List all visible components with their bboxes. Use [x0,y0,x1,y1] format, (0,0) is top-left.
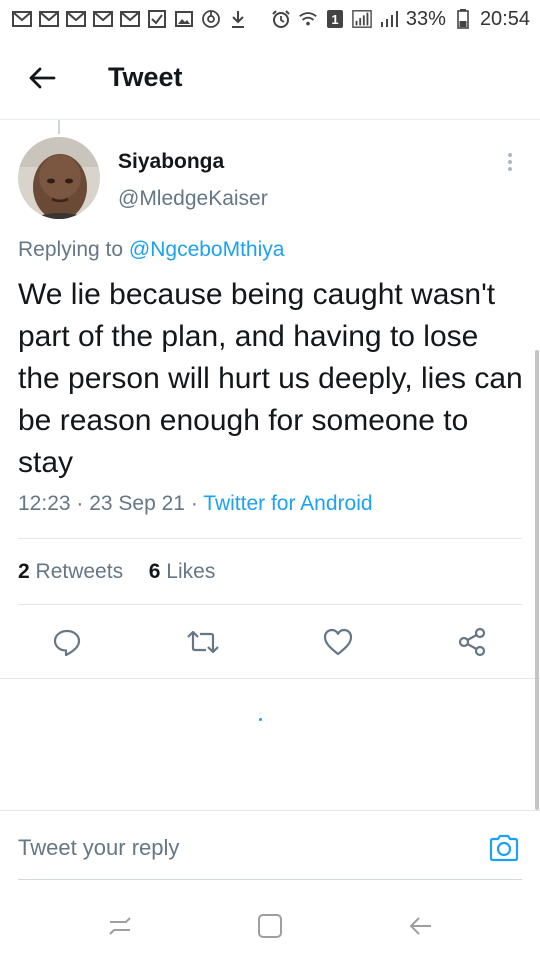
checkbox-icon [147,10,167,28]
replying-prefix: Replying to [18,238,124,261]
likes-count: 6 [148,560,161,583]
system-back-button[interactable] [403,908,439,944]
tweet-stats: 2 Retweets 6 Likes [18,560,215,584]
wifi-icon [298,10,318,28]
battery-percent: 33% [405,7,446,30]
reply-button[interactable] [47,620,87,664]
retweets-count: 2 [18,560,30,583]
more-vertical-icon [508,153,512,171]
divider [0,678,540,679]
status-bar: 1 33% 20:54 [0,0,540,38]
tweet-actions [0,620,540,664]
system-status: 1 33% 20:54 [271,8,530,31]
notification-icons [12,10,248,28]
retweets-label: Retweets [35,560,124,583]
share-icon [458,627,486,657]
back-icon [410,917,431,935]
gmail-icon [66,10,86,28]
meta-separator: · [76,492,90,515]
sim-slot-number: 1 [331,12,338,27]
gmail-icon [12,10,32,28]
tweet-date: 23 Sep 21 [89,492,185,515]
gmail-icon [93,10,113,28]
camera-icon [489,834,519,862]
back-button[interactable] [24,60,60,96]
alarm-icon [271,10,291,28]
like-button[interactable] [318,620,358,664]
system-nav-bar [0,890,540,960]
tweet-source-link[interactable]: Twitter for Android [203,492,372,515]
sim-icon: 1 [325,10,345,28]
avatar-photo [18,137,100,219]
replying-to-line: Replying to @NgceboMthiya [18,238,284,262]
like-icon [323,628,353,656]
tweet-metadata: 12:23 · 23 Sep 21 · Twitter for Android [18,492,373,516]
tweet-text: We lie because being caught wasn't part … [18,278,523,479]
retweet-icon [187,630,219,654]
scrollbar[interactable] [535,350,539,810]
retweet-button[interactable] [183,620,223,664]
reply-input-underline [18,879,522,880]
meta-separator: · [190,492,204,515]
reply-input[interactable] [18,835,458,861]
sync-icon [201,10,221,28]
tweet-time: 12:23 [18,492,71,515]
replying-to-mention[interactable]: @NgceboMthiya [129,238,285,261]
home-icon [258,914,282,938]
divider [18,538,522,539]
more-options-button[interactable] [496,146,524,178]
recents-icon [109,917,131,935]
reply-icon [53,629,81,657]
arrow-left-icon [29,67,56,89]
app-header: Tweet [0,38,540,120]
gallery-icon [174,10,194,28]
thread-connector-line [58,120,60,134]
display-name[interactable]: Siyabonga [118,150,224,174]
home-button[interactable] [252,908,288,944]
avatar[interactable] [18,137,100,219]
page-title: Tweet [108,62,183,92]
reply-composer [0,810,540,880]
likes-stat[interactable]: 6 Likes [149,560,216,583]
recents-button[interactable] [102,908,138,944]
clock: 20:54 [479,7,530,30]
battery-icon [453,9,473,29]
signal-icon [352,10,372,28]
share-button[interactable] [452,620,492,664]
gmail-icon [120,10,140,28]
user-handle[interactable]: @MledgeKaiser [118,187,268,211]
signal-icon [379,10,399,28]
divider [18,604,522,605]
download-icon [228,10,248,28]
loading-indicator [259,718,262,721]
camera-button[interactable] [485,831,523,865]
gmail-icon [39,10,59,28]
likes-label: Likes [166,560,216,583]
retweets-stat[interactable]: 2 Retweets [18,560,129,583]
